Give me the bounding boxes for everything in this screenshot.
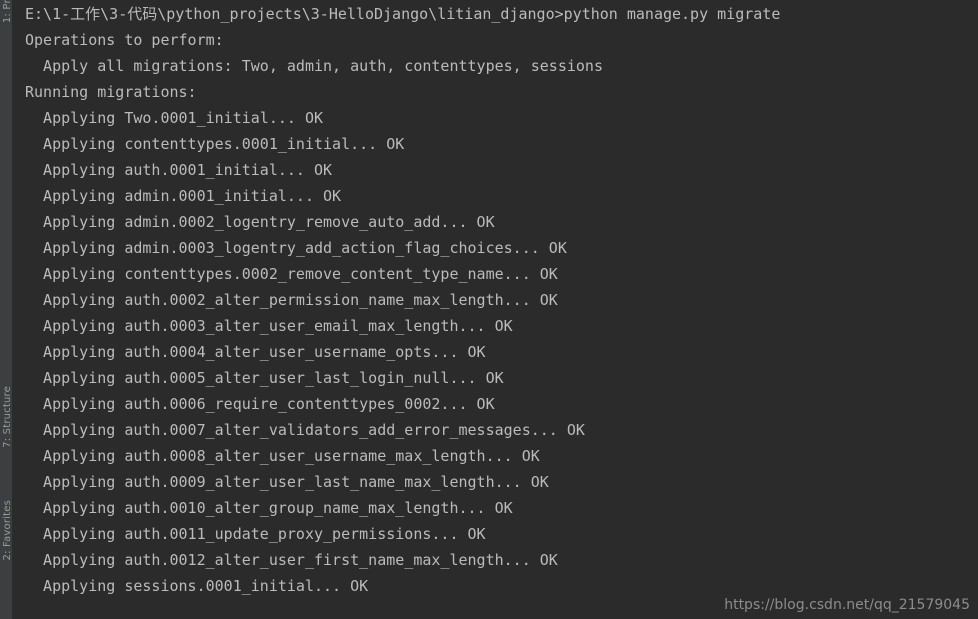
console-line: Operations to perform: [25, 31, 224, 49]
console-line: E:\1-工作\3-代码\python_projects\3-HelloDjan… [25, 5, 781, 23]
console-line: Applying admin.0001_initial... OK [25, 187, 342, 205]
console-line: Applying auth.0010_alter_group_name_max_… [25, 499, 513, 517]
terminal-window: 1: Project 7: Structure 2: Favorites [0, 0, 978, 619]
console-line: Applying admin.0002_logentry_remove_auto… [25, 213, 495, 231]
watermark-url: https://blog.csdn.net/qq_21579045 [724, 597, 970, 613]
console-line: Applying auth.0002_alter_permission_name… [25, 291, 558, 309]
stripe-item-project[interactable]: 1: Project [0, 0, 13, 22]
console-line: Applying contenttypes.0002_remove_conten… [25, 265, 558, 283]
console-line: Applying auth.0004_alter_user_username_o… [25, 343, 486, 361]
console-line: Apply all migrations: Two, admin, auth, … [25, 57, 603, 75]
stripe-item-project-label: 1: Project [2, 0, 13, 22]
stripe-item-structure[interactable]: 7: Structure [0, 386, 13, 448]
console-line: Applying auth.0003_alter_user_email_max_… [25, 317, 513, 335]
console-line: Applying contenttypes.0001_initial... OK [25, 135, 405, 153]
console-line: Applying Two.0001_initial... OK [25, 109, 324, 127]
console-line: Applying auth.0005_alter_user_last_login… [25, 369, 504, 387]
console-text-area: E:\1-工作\3-代码\python_projects\3-HelloDjan… [19, 1, 978, 619]
console-line: Applying auth.0011_update_proxy_permissi… [25, 525, 486, 543]
stripe-item-structure-label: 7: Structure [2, 386, 13, 448]
console-line: Applying auth.0007_alter_validators_add_… [25, 421, 585, 439]
console-line: Applying auth.0012_alter_user_first_name… [25, 551, 558, 569]
console-output-panel[interactable]: E:\1-工作\3-代码\python_projects\3-HelloDjan… [13, 0, 978, 619]
stripe-item-favorites-label: 2: Favorites [2, 500, 13, 561]
console-line: Applying auth.0001_initial... OK [25, 161, 333, 179]
console-line: Applying auth.0008_alter_user_username_m… [25, 447, 540, 465]
console-line: Applying admin.0003_logentry_add_action_… [25, 239, 567, 257]
console-line: Applying auth.0009_alter_user_last_name_… [25, 473, 549, 491]
console-line: Applying auth.0006_require_contenttypes_… [25, 395, 495, 413]
stripe-item-favorites[interactable]: 2: Favorites [0, 500, 13, 560]
tool-window-stripe: 1: Project 7: Structure 2: Favorites [0, 0, 13, 619]
console-line: Running migrations: [25, 83, 197, 101]
